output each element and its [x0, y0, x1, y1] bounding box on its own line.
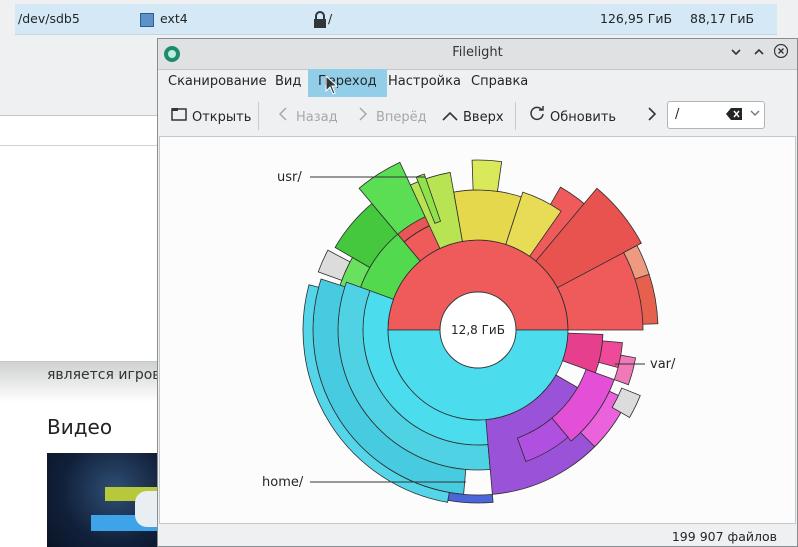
- refresh-icon: [528, 105, 546, 127]
- back-icon: [274, 105, 292, 127]
- background-divider: [0, 145, 160, 146]
- window-title: Filelight: [452, 45, 503, 60]
- more-button[interactable]: [643, 105, 665, 127]
- radial-map[interactable]: 12,8 ГиБ usr/ var/ home/: [160, 137, 795, 523]
- path-combobox[interactable]: /: [667, 101, 765, 129]
- forward-label: Вперёд: [376, 110, 427, 125]
- background-panel: [0, 115, 160, 362]
- clear-icon[interactable]: [726, 108, 742, 123]
- open-label: Открыть: [192, 110, 252, 125]
- center-size-label: 12,8 ГиБ: [451, 323, 505, 337]
- var-segment[interactable]: [562, 332, 604, 374]
- radial-map-canvas[interactable]: 12,8 ГиБ usr/ var/ home/: [159, 136, 796, 524]
- more-icon: [643, 105, 661, 127]
- forward-button[interactable]: Вперёд: [354, 105, 427, 127]
- forward-icon: [354, 105, 372, 127]
- folder-open-icon: [170, 105, 188, 127]
- back-label: Назад: [296, 110, 338, 125]
- minimize-icon[interactable]: [726, 44, 746, 64]
- home-label: home/: [262, 475, 304, 490]
- path-value: /: [675, 107, 680, 122]
- web-heading: Видео: [47, 415, 113, 439]
- menu-scan[interactable]: Сканирование: [158, 69, 277, 97]
- menu-go[interactable]: Переход: [308, 69, 387, 97]
- partition-row[interactable]: /dev/sdb5 ext4 / 126,95 ГиБ 88,17 ГиБ: [15, 4, 777, 35]
- lock-icon: [314, 11, 326, 28]
- menu-settings[interactable]: Настройка: [378, 69, 471, 97]
- close-icon[interactable]: [771, 43, 791, 64]
- video-thumbnail[interactable]: [47, 453, 160, 547]
- filesystem-color-icon: [140, 13, 154, 27]
- dropdown-icon[interactable]: [750, 107, 760, 120]
- menu-view[interactable]: Вид: [265, 69, 311, 97]
- up-label: Вверх: [463, 110, 504, 125]
- toolbar-separator: [258, 102, 259, 130]
- open-button[interactable]: Открыть: [170, 105, 251, 127]
- partition-filesystem: ext4: [160, 11, 188, 26]
- status-file-count: 199 907 файлов: [671, 529, 777, 544]
- up-button[interactable]: Вверх: [441, 105, 504, 127]
- partition-device: /dev/sdb5: [18, 11, 80, 26]
- lime-subdir-segment[interactable]: [471, 159, 503, 192]
- menu-bar: Сканирование Вид Переход Настройка Справ…: [158, 69, 797, 97]
- mouse-cursor-icon: [325, 75, 339, 95]
- title-bar[interactable]: Filelight: [158, 39, 797, 70]
- refresh-button[interactable]: Обновить: [528, 105, 616, 127]
- filelight-window: Filelight Сканирование Вид Переход Настр…: [157, 38, 798, 547]
- maximize-icon[interactable]: [749, 44, 769, 64]
- back-button[interactable]: Назад: [274, 105, 338, 127]
- toolbar-separator: [515, 102, 516, 130]
- menu-help[interactable]: Справка: [461, 69, 538, 97]
- partition-used: 88,17 ГиБ: [690, 11, 755, 26]
- usr-label: usr/: [277, 170, 302, 185]
- partition-mountpoint: /: [328, 11, 333, 26]
- var-label: var/: [650, 357, 676, 372]
- refresh-label: Обновить: [550, 110, 617, 125]
- up-icon: [441, 105, 459, 127]
- blue-subdir-segment[interactable]: [447, 492, 494, 504]
- partition-size: 126,95 ГиБ: [600, 11, 673, 26]
